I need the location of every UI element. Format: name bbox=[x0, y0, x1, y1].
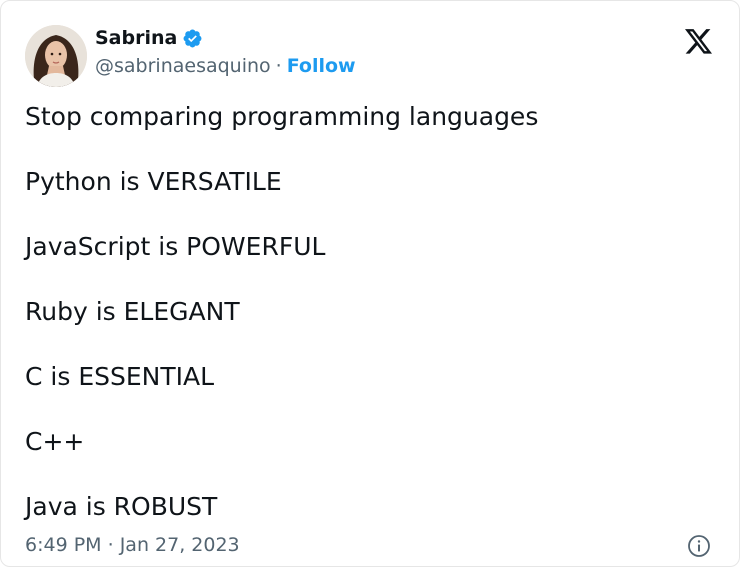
tweet-line: Python is VERSATILE bbox=[25, 167, 282, 196]
tweet-line: C is ESSENTIAL bbox=[25, 362, 215, 391]
tweet-card: Sabrina @sabrinaesaquino · Follow Stop c… bbox=[0, 0, 740, 567]
tweet-date: Jan 27, 2023 bbox=[119, 534, 240, 556]
tweet-line: Java is ROBUST bbox=[25, 492, 218, 521]
tweet-time: 6:49 PM bbox=[25, 534, 102, 556]
tweet-line: Stop comparing programming languages bbox=[25, 102, 539, 131]
author-name-row: Sabrina bbox=[95, 25, 203, 51]
tweet-line: JavaScript is POWERFUL bbox=[25, 232, 326, 261]
tweet-timestamp[interactable]: 6:49 PM · Jan 27, 2023 bbox=[25, 532, 240, 558]
author-handle-row: @sabrinaesaquino · Follow bbox=[95, 53, 356, 79]
avatar-image bbox=[25, 25, 87, 87]
follow-button[interactable]: Follow bbox=[287, 53, 356, 79]
tweet-line: C++ bbox=[25, 427, 85, 456]
x-logo-icon[interactable] bbox=[685, 29, 713, 55]
tweet-line: Ruby is ELEGANT bbox=[25, 297, 240, 326]
author-display-name[interactable]: Sabrina bbox=[95, 25, 177, 51]
handle-separator: · bbox=[275, 55, 282, 77]
timestamp-separator: · bbox=[107, 534, 114, 556]
author-handle[interactable]: @sabrinaesaquino bbox=[95, 53, 271, 79]
avatar[interactable] bbox=[25, 25, 87, 87]
info-icon[interactable] bbox=[687, 534, 711, 558]
verified-badge-icon bbox=[182, 28, 203, 49]
tweet-text: Stop comparing programming languages Pyt… bbox=[25, 101, 715, 523]
